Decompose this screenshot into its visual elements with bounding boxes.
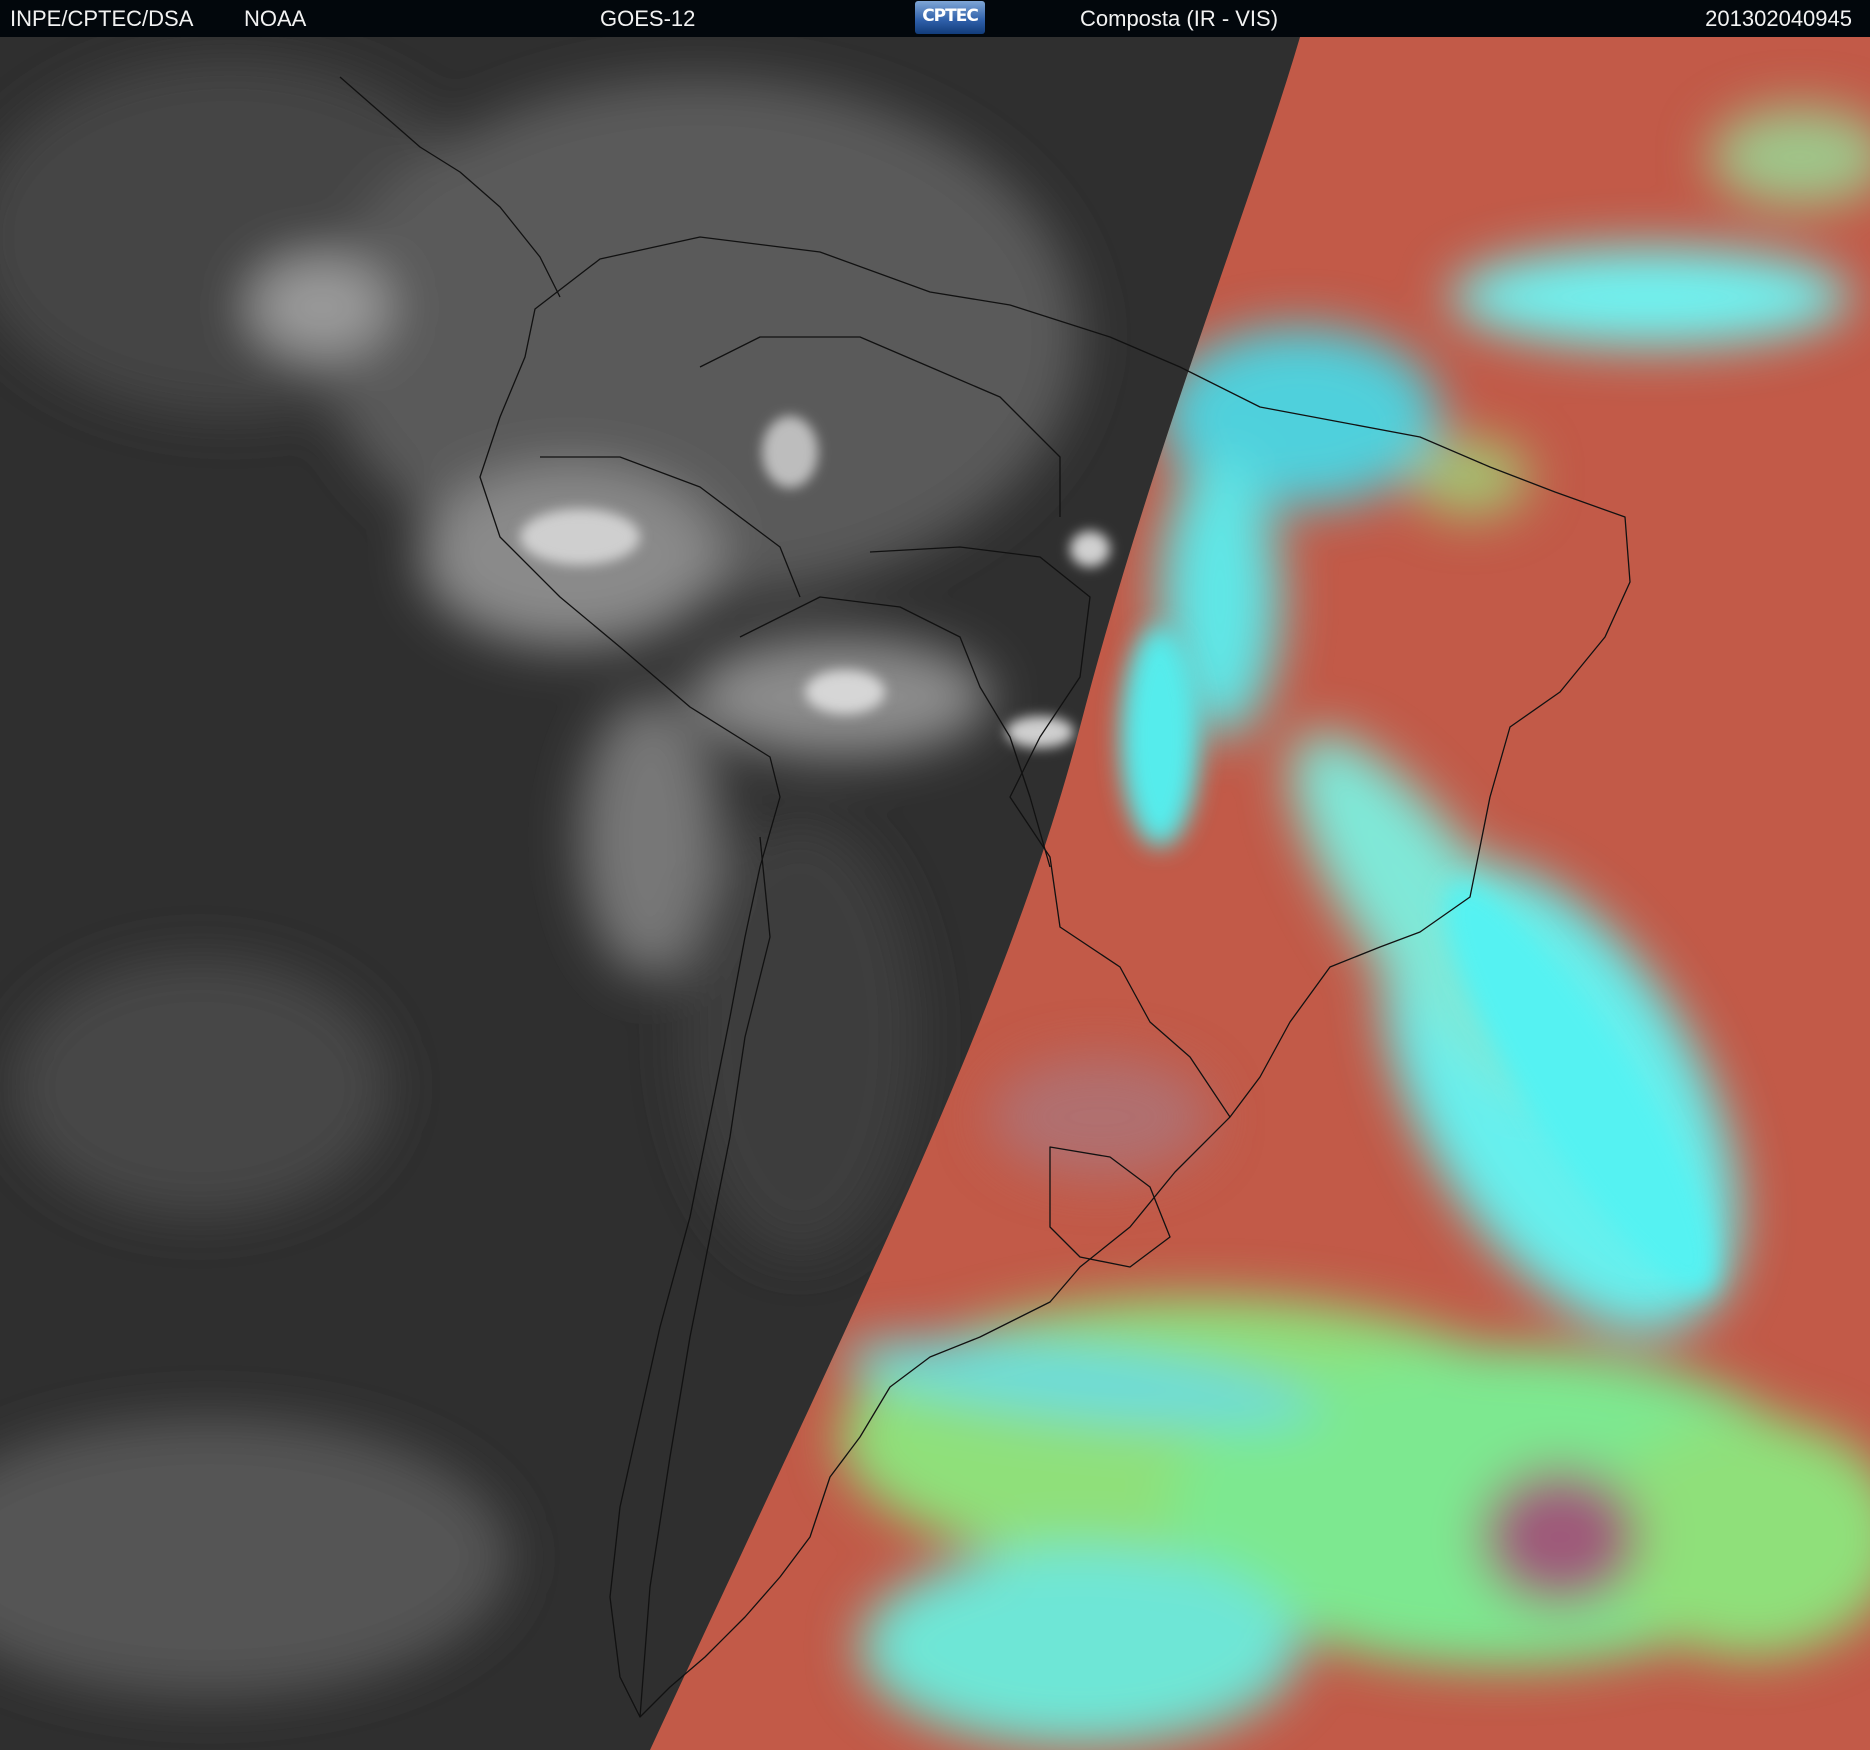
timestamp-label: 201302040945 bbox=[1705, 6, 1852, 31]
image-header-bar: INPE/CPTEC/DSA NOAA GOES-12 CPTEC Compos… bbox=[0, 0, 1870, 37]
satellite-label: GOES-12 bbox=[600, 6, 696, 31]
cptec-logo-text: CPTEC bbox=[922, 6, 979, 26]
product-label: Composta (IR - VIS) bbox=[1080, 6, 1279, 31]
satellite-composite-map bbox=[0, 37, 1870, 1750]
cptec-logo: CPTEC bbox=[915, 1, 985, 34]
organization-label: INPE/CPTEC/DSA bbox=[10, 6, 194, 31]
agency-label: NOAA bbox=[244, 6, 307, 31]
